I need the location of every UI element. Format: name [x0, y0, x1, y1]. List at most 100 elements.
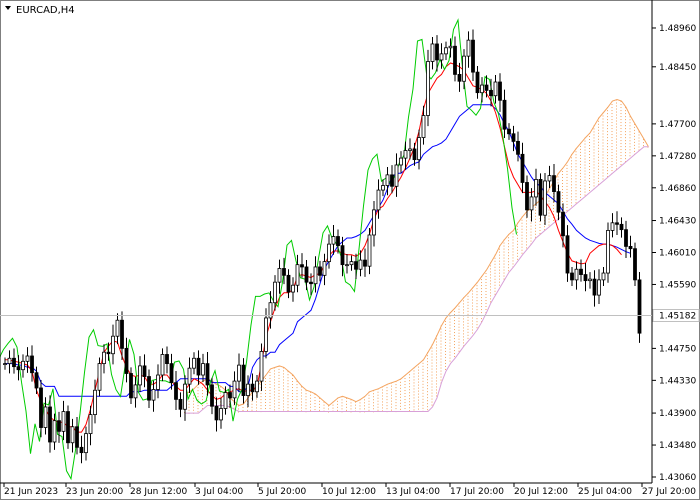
- cloud-dot: [418, 375, 419, 377]
- cloud-dot: [292, 399, 293, 401]
- cloud-dot: [355, 407, 356, 409]
- cloud-dot: [467, 319, 469, 321]
- cloud-dot: [602, 127, 604, 129]
- cloud-dot: [625, 140, 626, 142]
- cloud-dot: [445, 365, 446, 367]
- candle-body: [3, 363, 7, 366]
- cloud-dot: [220, 395, 221, 397]
- cloud-dot: [422, 401, 424, 403]
- cloud-dot: [508, 243, 509, 245]
- cloud-dot: [292, 405, 293, 407]
- cloud-dot: [436, 368, 437, 370]
- cloud-dot: [431, 368, 433, 370]
- candle-body: [408, 148, 412, 151]
- cloud-dot: [413, 400, 415, 402]
- cloud-dot: [598, 180, 599, 182]
- cloud-dot: [521, 246, 523, 248]
- cloud-dot: [449, 321, 451, 323]
- symbol-header[interactable]: EURCAD,H4: [5, 5, 75, 16]
- candle-body: [286, 274, 291, 293]
- cloud-dot: [454, 314, 455, 316]
- cloud-dot: [494, 275, 496, 277]
- cloud-dot: [341, 405, 343, 407]
- cloud-dot: [256, 398, 257, 400]
- cloud-dot: [364, 402, 365, 404]
- cloud-dot: [413, 409, 415, 411]
- candle-body: [295, 264, 300, 286]
- candle-body: [277, 268, 282, 283]
- candle-body: [543, 180, 547, 216]
- candle-body: [48, 406, 52, 443]
- cloud-dot: [472, 320, 473, 322]
- cloud-dot: [296, 399, 298, 401]
- candle-body: [619, 223, 624, 231]
- candle-body: [525, 182, 529, 211]
- cloud-dot: [242, 409, 244, 411]
- cloud-dot: [566, 164, 568, 166]
- cloud-dot: [197, 405, 199, 407]
- cloud-dot: [481, 279, 482, 281]
- cloud-dot: [247, 409, 248, 411]
- cloud-dot: [400, 396, 401, 398]
- candle-body: [547, 175, 552, 182]
- cloud-dot: [283, 385, 284, 387]
- cloud-dot: [508, 261, 509, 263]
- cloud-dot: [557, 182, 559, 184]
- cloud-dot: [404, 396, 406, 398]
- cloud-dot: [602, 121, 604, 123]
- cloud-dot: [409, 377, 410, 379]
- cloud-dot: [571, 175, 572, 177]
- cloud-dot: [476, 294, 478, 296]
- candle-body: [232, 380, 237, 399]
- cloud-dot: [368, 394, 370, 396]
- candle-body: [142, 365, 147, 377]
- candle-body: [300, 264, 304, 268]
- cloud-dot: [440, 340, 442, 342]
- cloud-dot: [449, 330, 451, 332]
- cloud-dot: [283, 409, 284, 411]
- candle-body: [592, 278, 597, 296]
- cloud-dot: [422, 368, 424, 370]
- cloud-dot: [269, 401, 271, 403]
- candle-body: [426, 61, 430, 116]
- cloud-dot: [589, 154, 590, 156]
- cloud-dot: [566, 209, 568, 211]
- cloud-dot: [436, 377, 437, 379]
- cloud-dot: [454, 332, 455, 334]
- cloud-dot: [616, 102, 617, 104]
- cloud-dot: [413, 382, 415, 384]
- cloud-dot: [404, 381, 406, 383]
- cloud-dot: [476, 327, 478, 329]
- cloud-dot: [287, 395, 289, 397]
- cloud-dot: [611, 143, 613, 145]
- cloud-dot: [458, 341, 460, 343]
- cloud-dot: [197, 399, 199, 401]
- cloud-dot: [314, 409, 316, 411]
- cloud-dot: [400, 402, 401, 404]
- cloud-dot: [616, 126, 617, 128]
- cloud-dot: [584, 149, 586, 151]
- cloud-dot: [463, 309, 464, 311]
- cloud-dot: [607, 134, 608, 136]
- cloud-dot: [557, 176, 559, 178]
- cloud-dot: [292, 381, 293, 383]
- cloud-dot: [332, 404, 334, 406]
- cloud-dot: [598, 165, 599, 167]
- cloud-dot: [607, 149, 608, 151]
- cloud-dot: [341, 399, 343, 401]
- cloud-dot: [620, 125, 622, 127]
- cloud-dot: [382, 401, 383, 403]
- cloud-dot: [305, 405, 307, 407]
- cloud-dot: [481, 312, 482, 314]
- cloud-dot: [409, 401, 410, 403]
- cloud-dot: [310, 403, 311, 405]
- cloud-dot: [602, 160, 604, 162]
- cloud-dot: [611, 140, 613, 142]
- cloud-dot: [377, 406, 379, 408]
- cloud-dot: [265, 390, 266, 392]
- cloud-dot: [620, 128, 622, 130]
- cloud-dot: [602, 118, 604, 120]
- ichimoku-chart[interactable]: 1.48960 1.48450 1.47700 1.47280 1.46860 1.464…: [0, 0, 700, 500]
- cloud-dot: [314, 400, 316, 402]
- cloud-dot: [598, 126, 599, 128]
